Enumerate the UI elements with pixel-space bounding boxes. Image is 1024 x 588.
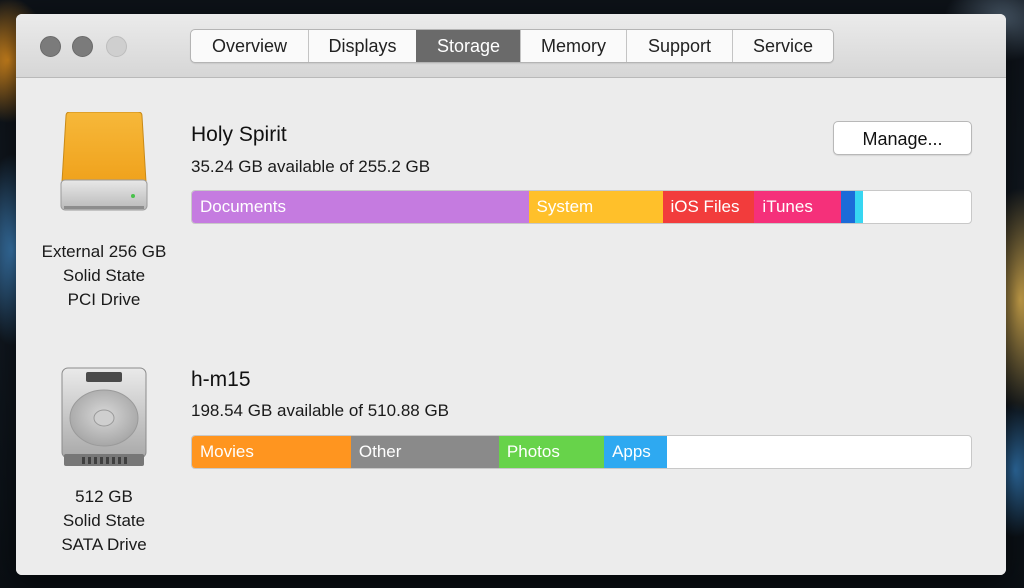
tab-displays[interactable]: Displays (308, 30, 416, 62)
tab-bar: Overview Displays Storage Memory Support… (190, 29, 834, 63)
drive-description: External 256 GB Solid State PCI Drive (16, 240, 192, 312)
storage-segment-other: Other (350, 436, 499, 468)
manage-button[interactable]: Manage... (833, 121, 972, 155)
drive-type-label: Solid State (62, 511, 146, 530)
storage-segment-apps: Apps (604, 436, 668, 468)
volume-name: Holy Spirit (191, 123, 287, 146)
drive-interface-label: SATA Drive (61, 535, 147, 554)
tab-support[interactable]: Support (626, 30, 732, 62)
drive-capacity-label: 512 GB (75, 487, 133, 506)
storage-segment-unlabeled (854, 191, 864, 223)
about-this-mac-window: Overview Displays Storage Memory Support… (16, 14, 1006, 575)
volume-name: h-m15 (191, 368, 251, 391)
tab-storage[interactable]: Storage (416, 30, 520, 62)
storage-usage-bar: Documents System iOS Files iTunes (191, 190, 972, 224)
storage-segment-photos: Photos (498, 436, 605, 468)
storage-segment-system: System (528, 191, 663, 223)
tab-memory[interactable]: Memory (520, 30, 626, 62)
storage-segment-ios-files: iOS Files (662, 191, 755, 223)
title-bar: Overview Displays Storage Memory Support… (16, 14, 1006, 78)
storage-pane: External 256 GB Solid State PCI Drive Ho… (16, 78, 1006, 575)
zoom-window-button[interactable] (106, 36, 127, 57)
drive-type-label: Solid State (62, 266, 146, 285)
drive-capacity-label: External 256 GB (41, 242, 167, 261)
storage-segment-unlabeled (840, 191, 855, 223)
storage-segment-movies: Movies (192, 436, 351, 468)
close-window-button[interactable] (40, 36, 61, 57)
drive-description: 512 GB Solid State SATA Drive (16, 485, 192, 557)
minimize-window-button[interactable] (72, 36, 93, 57)
storage-segment-documents: Documents (192, 191, 529, 223)
tab-service[interactable]: Service (732, 30, 833, 62)
external-drive-icon (60, 112, 148, 211)
drive-interface-label: PCI Drive (67, 290, 141, 309)
volume-availability: 198.54 GB available of 510.88 GB (191, 401, 450, 420)
volume-availability: 35.24 GB available of 255.2 GB (191, 157, 431, 176)
storage-usage-bar: Movies Other Photos Apps (191, 435, 972, 469)
internal-drive-icon (61, 367, 147, 466)
tab-overview[interactable]: Overview (191, 30, 308, 62)
storage-segment-itunes: iTunes (754, 191, 841, 223)
